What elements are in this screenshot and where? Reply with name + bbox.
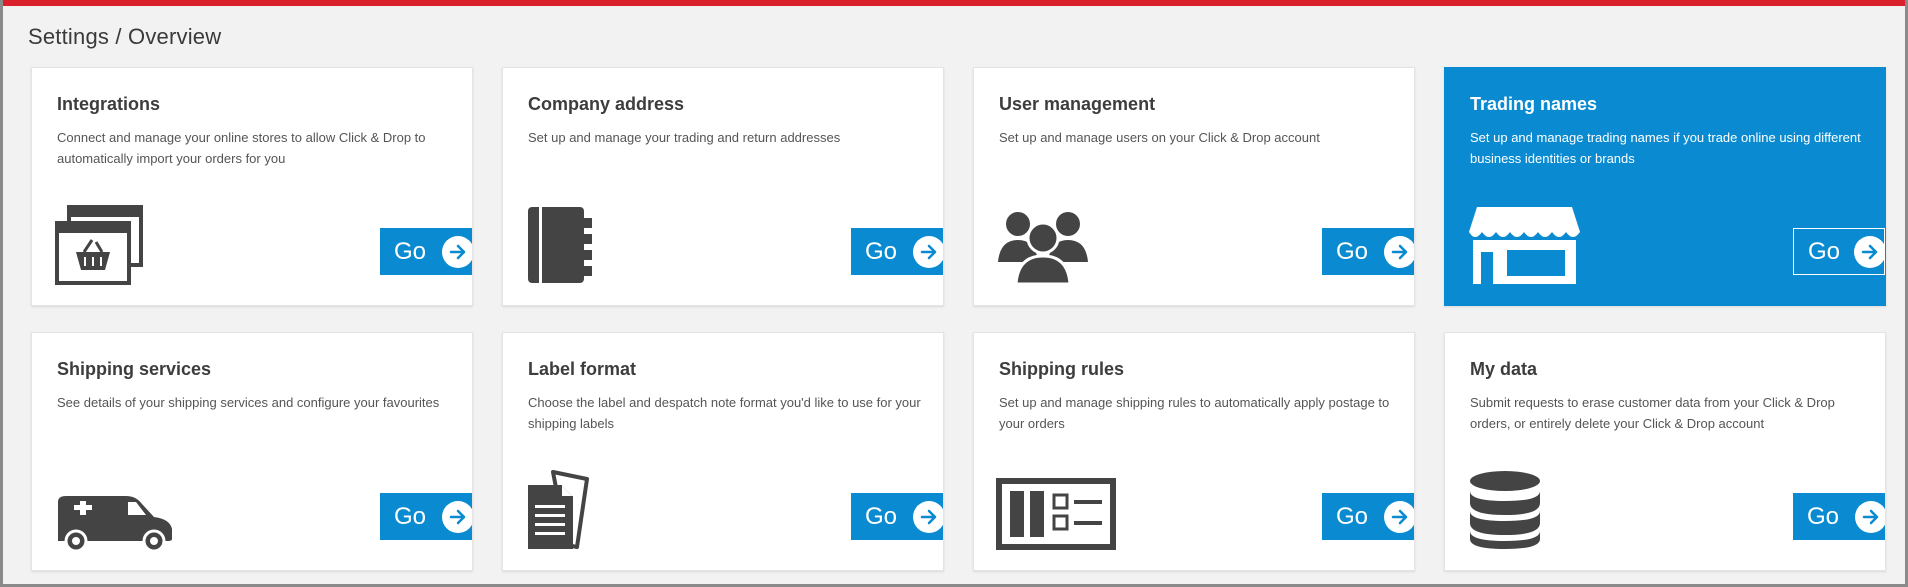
card-description: Submit requests to erase customer data f… [1470, 395, 1835, 431]
delivery-van-icon [54, 469, 176, 556]
go-button[interactable]: Go [1793, 228, 1885, 275]
store-windows-icon [54, 204, 144, 291]
users-icon [996, 204, 1091, 291]
breadcrumb: Settings / Overview [28, 24, 222, 49]
card-shipping-services: Shipping services See details of your sh… [31, 332, 473, 571]
arrow-right-icon [442, 235, 472, 268]
card-shipping-rules: Shipping rules Set up and manage shippin… [973, 332, 1415, 571]
arrow-right-icon [913, 235, 943, 268]
card-my-data: My data Submit requests to erase custome… [1444, 332, 1886, 571]
arrow-right-icon [1854, 235, 1885, 268]
card-title: User management [999, 94, 1156, 114]
shopfront-icon [1467, 204, 1582, 291]
go-label: Go [1336, 502, 1369, 530]
card-user-management: User management Set up and manage users … [973, 67, 1415, 306]
go-label: Go [394, 237, 427, 265]
go-label: Go [1336, 237, 1369, 265]
arrow-right-icon [1384, 500, 1414, 533]
card-description: Choose the label and despatch note forma… [528, 395, 921, 431]
arrow-right-icon [442, 500, 472, 533]
card-description: See details of your shipping services an… [57, 395, 440, 410]
go-button[interactable]: Go [1322, 228, 1414, 275]
database-icon [1467, 469, 1557, 556]
card-description: Set up and manage users on your Click & … [999, 130, 1320, 145]
documents-icon [525, 469, 615, 556]
address-book-icon [525, 204, 615, 291]
go-button[interactable]: Go [380, 493, 472, 540]
card-description: Set up and manage your trading and retur… [528, 130, 841, 145]
card-label-format: Label format Choose the label and despat… [502, 332, 944, 571]
arrow-right-icon [913, 500, 943, 533]
card-title: Shipping rules [999, 359, 1125, 379]
go-button[interactable]: Go [1793, 493, 1885, 540]
card-title: Trading names [1470, 94, 1598, 114]
go-label: Go [1808, 237, 1841, 265]
go-button[interactable]: Go [851, 228, 943, 275]
card-description: Connect and manage your online stores to… [57, 130, 426, 166]
card-description: Set up and manage trading names if you t… [1470, 130, 1861, 166]
card-title: My data [1470, 359, 1538, 379]
rules-icon [996, 469, 1118, 556]
settings-grid: Integrations Connect and manage your onl… [31, 67, 1886, 571]
go-label: Go [865, 237, 898, 265]
go-label: Go [394, 502, 427, 530]
card-title: Company address [528, 94, 685, 114]
go-button[interactable]: Go [380, 228, 472, 275]
top-accent-bar [3, 0, 1905, 6]
arrow-right-icon [1855, 500, 1885, 533]
card-title: Label format [528, 359, 637, 379]
go-label: Go [865, 502, 898, 530]
card-company-address: Company address Set up and manage your t… [502, 67, 944, 306]
arrow-right-icon [1384, 235, 1414, 268]
card-description: Set up and manage shipping rules to auto… [999, 395, 1390, 431]
go-button[interactable]: Go [851, 493, 943, 540]
card-trading-names: Trading names Set up and manage trading … [1444, 67, 1886, 306]
go-button[interactable]: Go [1322, 493, 1414, 540]
card-integrations: Integrations Connect and manage your onl… [31, 67, 473, 306]
go-label: Go [1807, 502, 1840, 530]
card-title: Integrations [57, 94, 161, 114]
card-title: Shipping services [57, 359, 212, 379]
